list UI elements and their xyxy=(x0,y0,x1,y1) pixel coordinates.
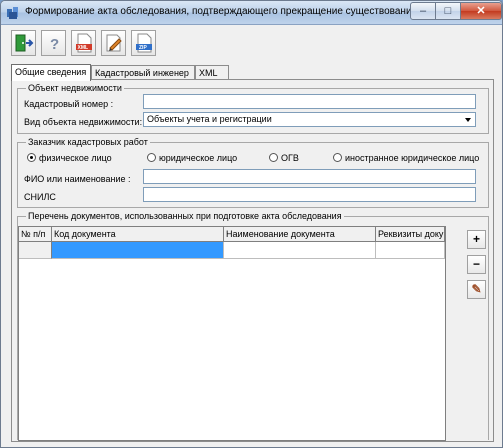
radio-foreign-legal-entity[interactable] xyxy=(333,153,342,162)
window-title: Формирование акта обследования, подтверж… xyxy=(25,6,420,17)
radio-legal-entity[interactable] xyxy=(147,153,156,162)
edit-document-button[interactable] xyxy=(101,30,126,56)
close-button[interactable]: ✕ xyxy=(460,2,502,20)
edit-row-button[interactable]: ✎ xyxy=(467,280,486,299)
exit-door-icon xyxy=(15,34,34,52)
svg-text:ZIP: ZIP xyxy=(139,45,147,51)
chevron-down-icon[interactable] xyxy=(461,113,475,126)
zip-export-icon: ZIP xyxy=(136,33,152,53)
property-type-select[interactable]: Объекты учета и регистрации xyxy=(143,112,476,127)
table-cell-code[interactable] xyxy=(52,242,224,259)
minimize-icon: – xyxy=(419,5,427,17)
fio-input[interactable] xyxy=(143,169,476,184)
edit-document-icon xyxy=(106,34,122,52)
minimize-button[interactable]: – xyxy=(410,2,436,20)
radio-ogv[interactable] xyxy=(269,153,278,162)
snils-label: СНИЛС xyxy=(24,192,56,202)
help-button[interactable]: ? xyxy=(41,30,66,56)
radio-legal-entity-label[interactable]: юридическое лицо xyxy=(159,153,237,163)
help-icon: ? xyxy=(50,36,59,53)
tab-general[interactable]: Общие сведения xyxy=(11,64,91,81)
column-header-name[interactable]: Наименование документа xyxy=(224,227,376,242)
tab-cadastral-engineer[interactable]: Кадастровый инженер xyxy=(91,65,195,80)
plus-icon: + xyxy=(472,232,480,246)
main-window: Формирование акта обследования, подтверж… xyxy=(0,0,503,448)
exit-button[interactable] xyxy=(11,30,36,56)
documents-table[interactable]: № п/п Код документа Наименование докумен… xyxy=(18,226,446,441)
documents-group-legend: Перечень документов, использованных при … xyxy=(26,211,344,221)
radio-individual-label[interactable]: физическое лицо xyxy=(39,153,112,163)
snils-input[interactable] xyxy=(143,187,476,202)
minus-icon: − xyxy=(472,257,480,271)
svg-text:?: ? xyxy=(50,36,59,53)
add-row-button[interactable]: + xyxy=(467,230,486,249)
close-icon: ✕ xyxy=(476,5,486,17)
table-cell-details[interactable] xyxy=(376,242,445,259)
property-group-legend: Объект недвижимости xyxy=(26,83,124,93)
cadastral-number-label: Кадастровый номер : xyxy=(24,99,114,109)
column-header-details[interactable]: Реквизиты доку xyxy=(376,227,445,242)
customer-group-legend: Заказчик кадастровых работ xyxy=(26,137,150,147)
radio-foreign-legal-entity-label[interactable]: иностранное юридическое лицо xyxy=(345,153,479,163)
property-group: Объект недвижимости Кадастровый номер : … xyxy=(17,83,489,134)
column-header-number[interactable]: № п/п xyxy=(19,227,52,242)
maximize-icon: □ xyxy=(444,5,452,17)
radio-individual[interactable] xyxy=(27,153,36,162)
export-xml-button[interactable]: XML xyxy=(71,30,96,56)
fio-label: ФИО или наименование : xyxy=(24,174,131,184)
tab-panel-general: Объект недвижимости Кадастровый номер : … xyxy=(11,79,494,442)
export-zip-button[interactable]: ZIP xyxy=(131,30,156,56)
remove-row-button[interactable]: − xyxy=(467,255,486,274)
property-type-label: Вид объекта недвижимости: xyxy=(24,117,143,127)
table-cell-name[interactable] xyxy=(224,242,376,259)
tab-xml[interactable]: XML xyxy=(195,65,229,80)
column-header-code[interactable]: Код документа xyxy=(52,227,224,242)
maximize-button[interactable]: □ xyxy=(435,2,461,20)
property-type-value: Объекты учета и регистрации xyxy=(147,114,272,124)
table-row-number-cell[interactable] xyxy=(19,242,52,259)
cadastral-number-input[interactable] xyxy=(143,94,476,109)
customer-group: Заказчик кадастровых работ физическое ли… xyxy=(17,137,489,208)
app-icon xyxy=(7,7,18,19)
title-bar[interactable]: Формирование акта обследования, подтверж… xyxy=(1,1,502,25)
pencil-icon: ✎ xyxy=(471,282,482,296)
radio-ogv-label[interactable]: ОГВ xyxy=(281,153,299,163)
svg-text:XML: XML xyxy=(78,45,89,51)
xml-export-icon: XML xyxy=(76,33,92,53)
